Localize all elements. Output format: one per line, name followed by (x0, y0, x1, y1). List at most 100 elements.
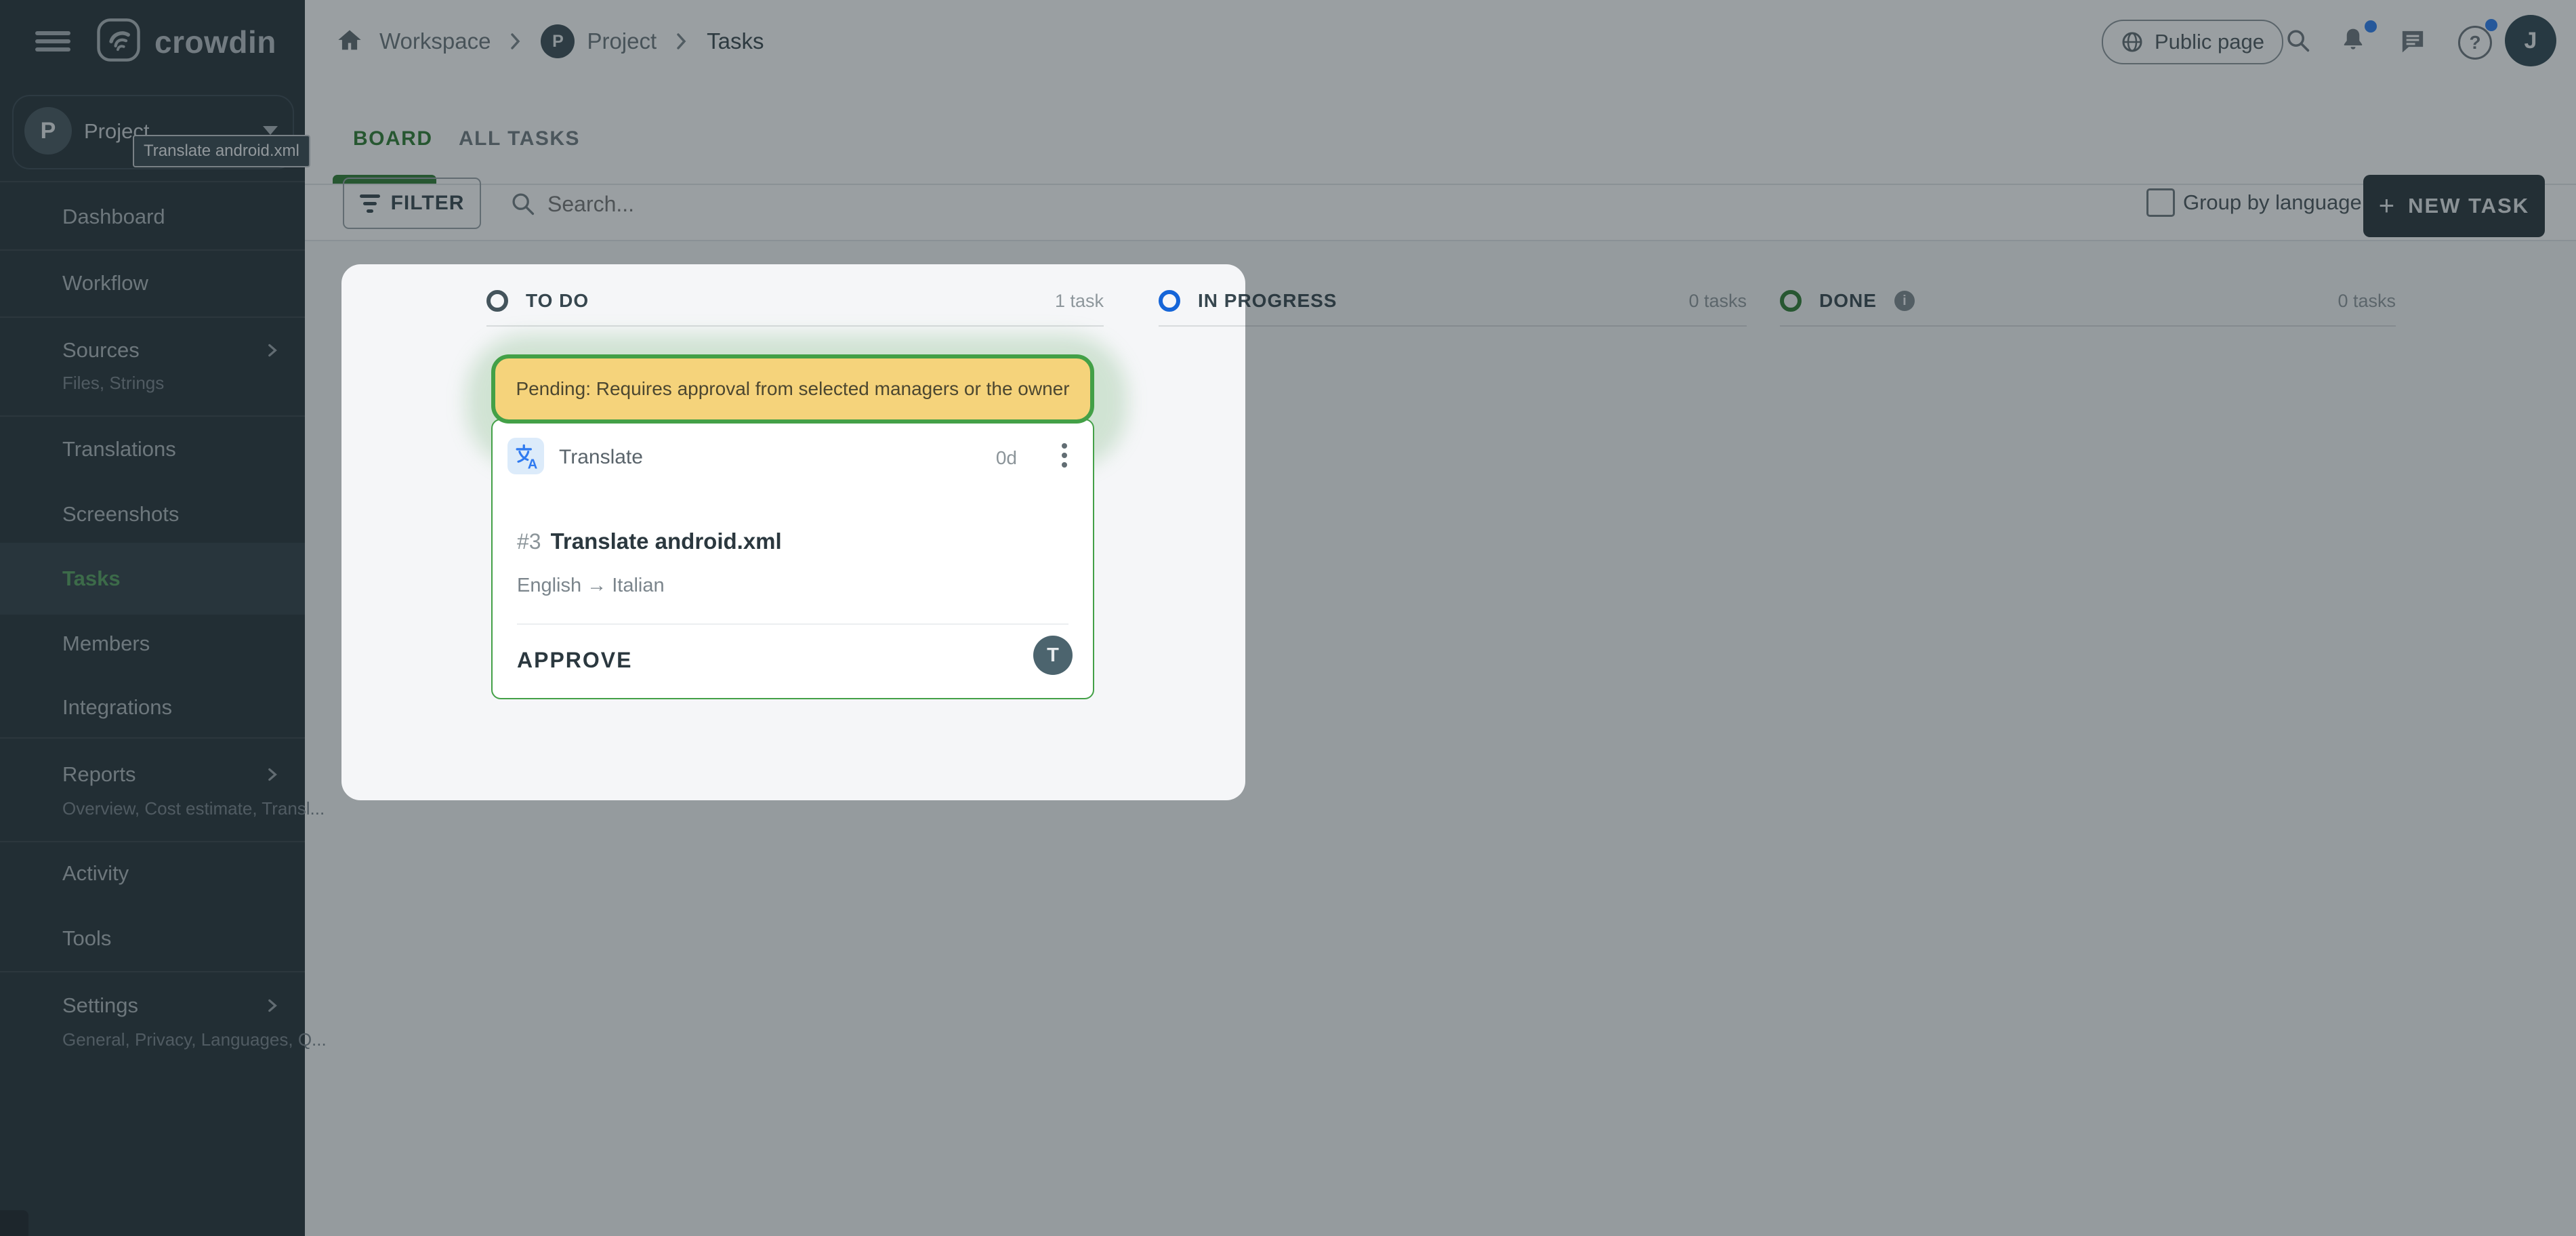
sidebar-item-settings[interactable]: Settings (0, 981, 305, 1030)
chevron-right-icon (674, 31, 689, 52)
group-by-language-label[interactable]: Group by language (2183, 190, 2362, 215)
new-task-button[interactable]: + NEW TASK (2363, 175, 2545, 237)
notification-dot (2365, 20, 2377, 33)
sidebar-item-label: Activity (62, 861, 129, 886)
crowdin-app: crowdin P Project Dashboard Workflow Sou… (0, 0, 2576, 1236)
search-input[interactable] (546, 184, 1023, 224)
sidebar-item-reports[interactable]: Reports (0, 750, 305, 799)
sidebar-item-label: Screenshots (62, 502, 179, 527)
chevron-right-icon (263, 997, 281, 1014)
group-by-language-checkbox[interactable] (2146, 188, 2175, 217)
sidebar-item-tools[interactable]: Tools (0, 914, 305, 963)
task-ref: #3 (517, 529, 541, 554)
column-divider (1159, 325, 1747, 327)
in-progress-status-icon (1159, 290, 1180, 312)
messages-icon[interactable] (2398, 27, 2427, 56)
tab-all-tasks[interactable]: ALL TASKS (459, 127, 580, 150)
column-header-in-progress: IN PROGRESS 0 tasks (1159, 285, 1747, 317)
new-task-label: NEW TASK (2408, 194, 2529, 218)
sidebar-item-label: Tasks (62, 566, 121, 591)
chevron-down-icon (263, 126, 278, 135)
hamburger-menu-button[interactable] (35, 27, 70, 54)
sidebar-item-sub: Files, Strings (62, 373, 164, 394)
todo-status-icon (486, 290, 508, 312)
column-divider (486, 325, 1104, 327)
breadcrumb-project[interactable]: Project (587, 28, 657, 54)
sidebar-item-label: Tools (62, 926, 111, 951)
sidebar-item-sources[interactable]: Sources (0, 326, 305, 375)
sidebar-item-label: Integrations (62, 695, 172, 720)
sidebar-divider (0, 971, 305, 972)
sidebar-divider (0, 415, 305, 417)
card-divider (517, 623, 1068, 625)
sidebar-divider (0, 841, 305, 842)
chat-launcher[interactable] (0, 1210, 28, 1236)
search-icon (510, 190, 537, 218)
sidebar-item-label: Translations (62, 437, 176, 461)
filter-button[interactable]: FILTER (343, 178, 481, 229)
sidebar-divider (0, 316, 305, 318)
pending-tooltip: Pending: Requires approval from selected… (491, 354, 1094, 424)
column-count: 0 tasks (2338, 291, 2396, 312)
column-label: IN PROGRESS (1198, 290, 1337, 312)
sidebar-item-label: Reports (62, 762, 136, 787)
public-page-button[interactable]: Public page (2102, 20, 2283, 64)
globe-icon (2121, 30, 2144, 54)
notification-dot (2485, 19, 2497, 31)
column-header-todo: TO DO 1 task (486, 285, 1104, 317)
translate-type-icon: A (507, 438, 544, 474)
sidebar-item-sub: Overview, Cost estimate, Transl... (62, 798, 325, 819)
sidebar-item-members[interactable]: Members (0, 619, 305, 668)
sidebar: crowdin P Project Dashboard Workflow Sou… (0, 0, 305, 1236)
user-avatar[interactable]: J (2505, 15, 2556, 66)
sidebar-item-integrations[interactable]: Integrations (0, 683, 305, 732)
notifications-bell-icon[interactable] (2339, 26, 2367, 56)
done-status-icon (1780, 290, 1802, 312)
column-divider (1780, 325, 2396, 327)
sidebar-item-activity[interactable]: Activity (0, 849, 305, 898)
sidebar-item-label: Settings (62, 993, 138, 1018)
assignee-avatar[interactable]: T (1033, 636, 1073, 675)
task-title[interactable]: Translate android.xml (551, 529, 782, 554)
breadcrumb-current: Tasks (707, 28, 764, 54)
filter-icon (360, 190, 380, 217)
column-label: TO DO (526, 290, 589, 312)
chevron-right-icon (263, 766, 281, 783)
crowdin-logo-wordmark: crowdin (154, 24, 276, 60)
svg-text:A: A (528, 457, 538, 471)
sidebar-item-label: Sources (62, 338, 140, 363)
sidebar-item-label: Members (62, 632, 150, 656)
breadcrumb: Workspace P Project Tasks (379, 30, 764, 53)
sidebar-item-screenshots[interactable]: Screenshots (0, 490, 305, 539)
sidebar-divider (0, 737, 305, 739)
sidebar-item-tasks[interactable]: Tasks (0, 554, 305, 603)
tab-board[interactable]: BOARD (353, 127, 433, 150)
project-tooltip: Translate android.xml (133, 135, 310, 167)
kebab-menu-icon[interactable] (1062, 439, 1067, 472)
sidebar-item-dashboard[interactable]: Dashboard (0, 192, 305, 241)
sidebar-divider (0, 249, 305, 251)
approve-button[interactable]: APPROVE (517, 648, 632, 673)
public-page-label: Public page (2155, 30, 2264, 54)
breadcrumb-workspace[interactable]: Workspace (379, 28, 491, 54)
task-type-label: Translate (559, 446, 643, 469)
task-duration: 0d (996, 447, 1017, 469)
sidebar-divider (0, 181, 305, 182)
task-language-pair: English → Italian (517, 575, 665, 597)
task-card[interactable]: A Translate 0d #3 Translate android.xml … (491, 419, 1094, 699)
column-header-done: DONE i 0 tasks (1780, 285, 2396, 317)
sidebar-item-workflow[interactable]: Workflow (0, 259, 305, 308)
sidebar-item-translations[interactable]: Translations (0, 425, 305, 474)
plus-icon: + (2379, 191, 2396, 222)
sidebar-item-label: Workflow (62, 271, 148, 295)
chevron-right-icon (508, 31, 523, 52)
info-icon[interactable]: i (1894, 291, 1915, 311)
column-count: 0 tasks (1688, 291, 1747, 312)
search-icon[interactable] (2285, 27, 2312, 54)
home-icon[interactable] (336, 27, 363, 54)
help-glyph: ? (2469, 32, 2480, 54)
column-label: DONE (1819, 290, 1877, 312)
column-count: 1 task (1055, 291, 1104, 312)
help-icon[interactable]: ? (2458, 26, 2492, 60)
chevron-right-icon (263, 342, 281, 359)
